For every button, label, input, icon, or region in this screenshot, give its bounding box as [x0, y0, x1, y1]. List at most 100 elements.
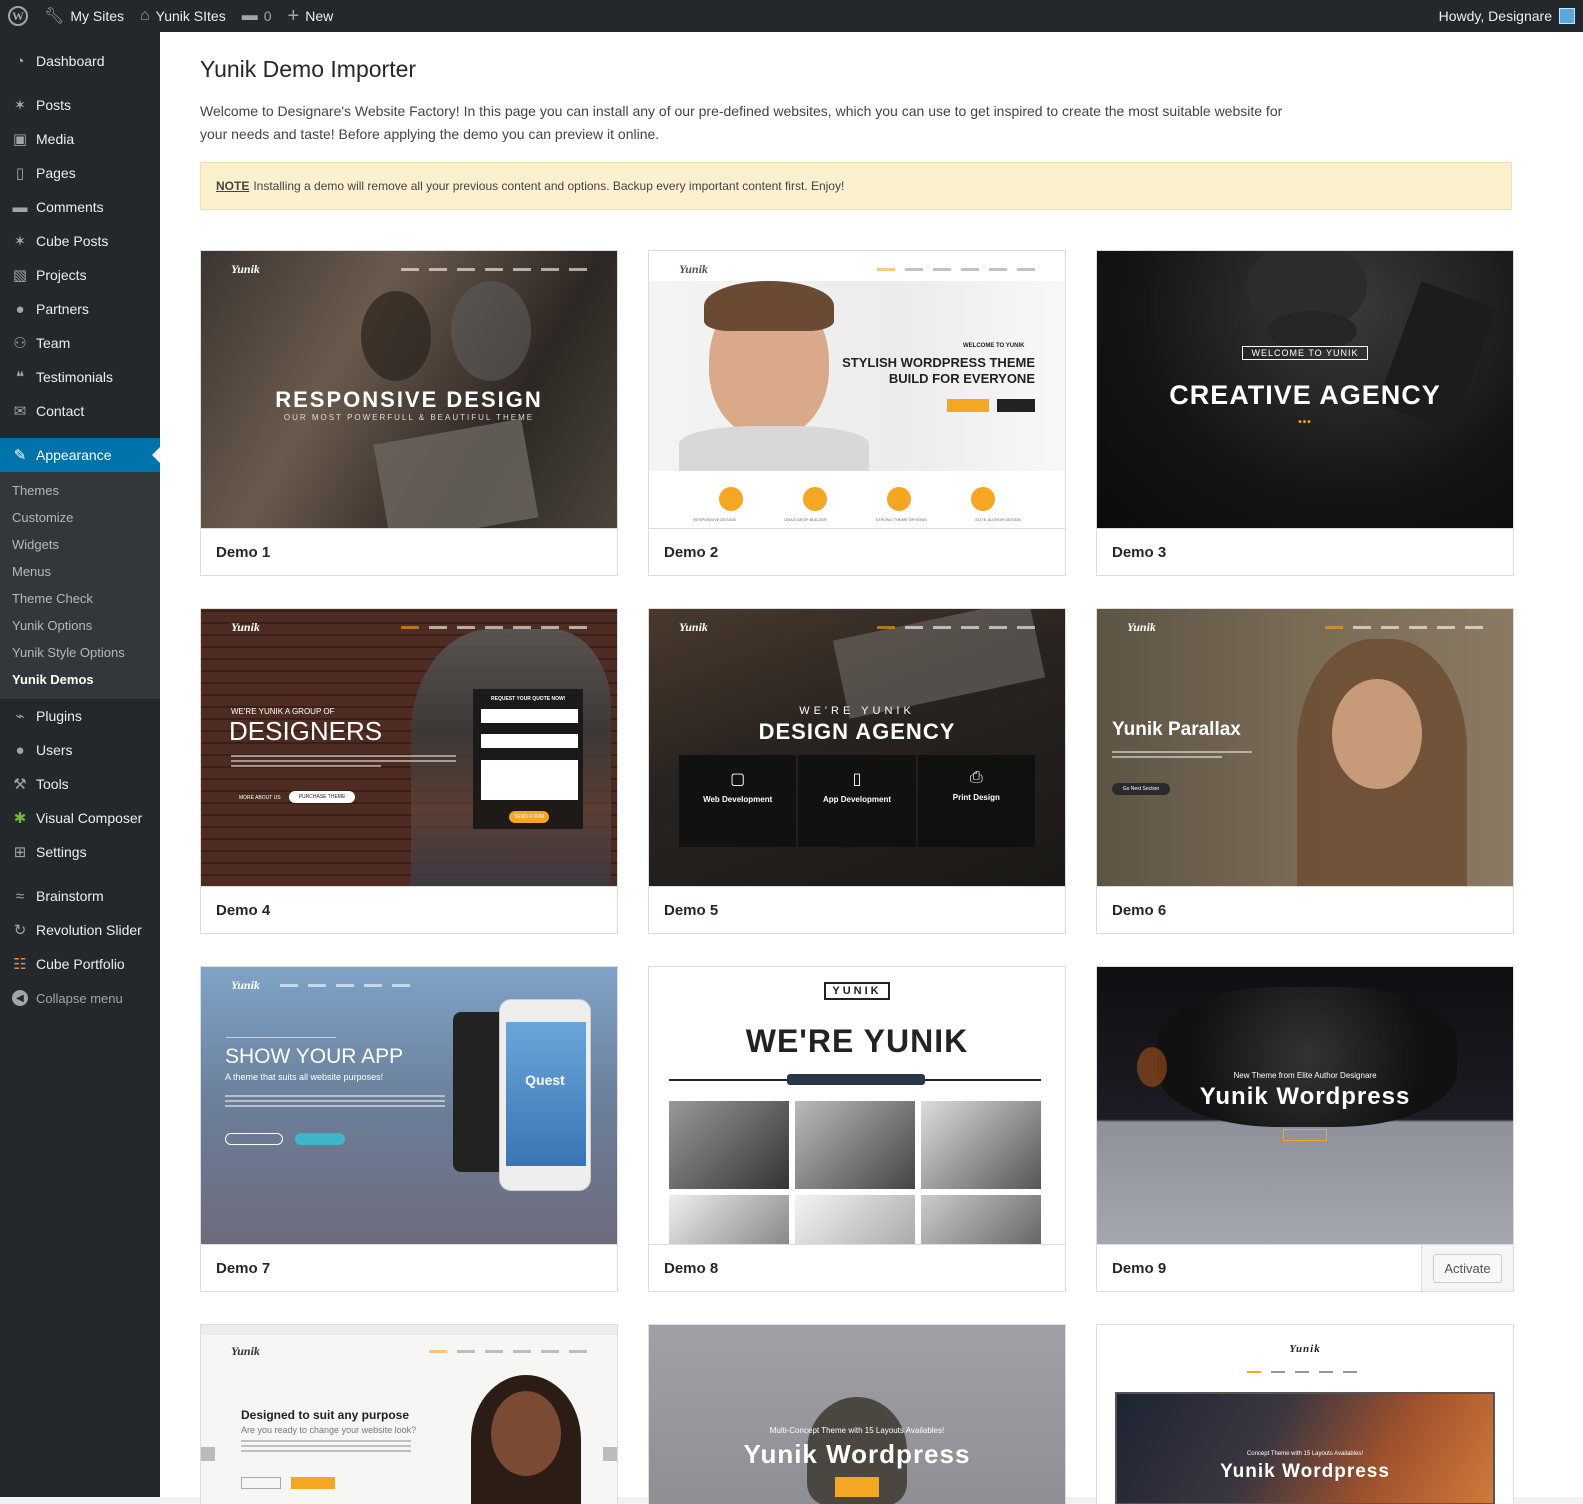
- demo-preview-8[interactable]: YUNIK WE'RE YUNIK: [649, 967, 1065, 1244]
- demo-card-2[interactable]: Yunik WELCOME TO YUNIK STYLISH WORDPRESS…: [648, 250, 1066, 576]
- appearance-submenu: Themes Customize Widgets Menus Theme Che…: [0, 472, 160, 699]
- demo-card-6[interactable]: Yunik Yunik Parallax Go Next Section Dem…: [1096, 608, 1514, 934]
- sidebar-item-plugins[interactable]: ⌁ Plugins: [0, 699, 160, 733]
- sidebar-item-appearance[interactable]: ✎ Appearance: [0, 438, 160, 472]
- submenu-item-yunik-style-options[interactable]: Yunik Style Options: [0, 639, 160, 666]
- sidebar-item-settings[interactable]: ⊞ Settings: [0, 835, 160, 869]
- phone-icon: ▯: [852, 771, 862, 788]
- my-sites-menu[interactable]: 🔧︎ My Sites: [36, 0, 132, 32]
- demo-headline: Yunik Parallax: [1112, 719, 1241, 740]
- sidebar-item-comments[interactable]: ▬ Comments: [0, 190, 160, 224]
- demo-title: Demo 4: [216, 901, 271, 919]
- printer-icon: ⎙: [969, 769, 983, 786]
- collapse-icon: ◀: [12, 990, 28, 1006]
- submenu-item-themes[interactable]: Themes: [0, 477, 160, 504]
- sidebar-item-team[interactable]: ⚇ Team: [0, 326, 160, 360]
- activate-button[interactable]: Activate: [1433, 1254, 1502, 1283]
- demo-logo: Yunik: [1289, 1343, 1321, 1355]
- admin-sidebar: ◔ Dashboard ✶ Posts ▣ Media ▯ Pages ▬ Comment…: [0, 32, 160, 1497]
- submenu-item-customize[interactable]: Customize: [0, 504, 160, 531]
- demo-card-12[interactable]: Yunik Concept Theme with 15 Layouts Avai…: [1096, 1324, 1514, 1504]
- pin-icon: ✶: [13, 97, 27, 114]
- demo-card-7[interactable]: Yunik SHOW YOUR APP A theme that suits a…: [200, 966, 618, 1292]
- demo-preview-10[interactable]: Yunik Designed to suit any purpose Are y…: [201, 1325, 617, 1504]
- sidebar-item-cube-portfolio[interactable]: ☷ Cube Portfolio: [0, 947, 160, 981]
- feature-icon: [803, 487, 827, 511]
- demo-preview-2[interactable]: Yunik WELCOME TO YUNIK STYLISH WORDPRESS…: [649, 251, 1065, 528]
- site-name-menu[interactable]: ⌂ Yunik SItes: [132, 0, 234, 32]
- sidebar-item-pages[interactable]: ▯ Pages: [0, 156, 160, 190]
- submenu-item-yunik-demos[interactable]: Yunik Demos: [0, 666, 160, 693]
- demo-card-4[interactable]: Yunik WE'RE YUNIK A GROUP OF DESIGNERS M…: [200, 608, 618, 934]
- sidebar-item-revolution-slider[interactable]: ↻ Revolution Slider: [0, 913, 160, 947]
- demo-preview-6[interactable]: Yunik Yunik Parallax Go Next Section: [1097, 609, 1513, 886]
- demo-preview-5[interactable]: Yunik WE'RE YUNIK DESIGN AGENCY ▢ Web Dev…: [649, 609, 1065, 886]
- demo-title: Demo 6: [1112, 901, 1167, 919]
- demo-preview-7[interactable]: Yunik SHOW YOUR APP A theme that suits a…: [201, 967, 617, 1244]
- warning-notice: NOTE Installing a demo will remove all y…: [200, 162, 1512, 210]
- dashboard-icon: ◔: [15, 52, 25, 70]
- monitor-icon: ▢: [730, 771, 746, 788]
- submenu-item-menus[interactable]: Menus: [0, 558, 160, 585]
- demo-logo: YUNIK: [824, 982, 890, 1000]
- demo-preview-1[interactable]: Yunik RESPONSIVE DESIGN OUR MOST POWERFU…: [201, 251, 617, 528]
- sidebar-item-media[interactable]: ▣ Media: [0, 122, 160, 156]
- demo-logo: Yunik: [231, 1343, 260, 1358]
- demo-headline: Designed to suit any purpose: [241, 1408, 410, 1422]
- feature-icon: [971, 487, 995, 511]
- sidebar-item-contact[interactable]: ✉ Contact: [0, 394, 160, 428]
- home-icon: ⌂: [140, 7, 150, 24]
- demo-title: Demo 9: [1112, 1259, 1167, 1277]
- sidebar-item-visual-composer[interactable]: ✱ Visual Composer: [0, 801, 160, 835]
- demo-logo: Yunik: [679, 261, 708, 276]
- new-content-menu[interactable]: + New: [280, 0, 342, 32]
- demo-card-1[interactable]: Yunik RESPONSIVE DESIGN OUR MOST POWERFU…: [200, 250, 618, 576]
- demo-kicker: Multi-Concept Theme with 15 Layouts Avai…: [769, 1426, 945, 1435]
- demo-preview-9[interactable]: New Theme from Elite Author Designare Yu…: [1097, 967, 1513, 1244]
- sidebar-item-posts[interactable]: ✶ Posts: [0, 88, 160, 122]
- demo-card-9[interactable]: New Theme from Elite Author Designare Yu…: [1096, 966, 1514, 1292]
- collapse-menu-button[interactable]: ◀ Collapse menu: [0, 981, 160, 1015]
- plus-icon: +: [287, 4, 300, 27]
- wordpress-logo-icon[interactable]: W: [0, 0, 36, 32]
- sidebar-item-testimonials[interactable]: ❝ Testimonials: [0, 360, 160, 394]
- vc-icon: ✱: [13, 810, 27, 827]
- demo-card-10[interactable]: Yunik Designed to suit any purpose Are y…: [200, 1324, 618, 1504]
- comments-menu[interactable]: ▬ 0: [234, 0, 280, 32]
- sidebar-item-brainstorm[interactable]: ≈ Brainstorm: [0, 879, 160, 913]
- demo-btn-send: SEND FORM: [509, 811, 549, 823]
- avatar: [1559, 8, 1575, 24]
- page-icon: ▯: [15, 165, 25, 182]
- feature-icon: [887, 487, 911, 511]
- media-icon: ▣: [12, 131, 28, 148]
- demo-headline: SHOW YOUR APP: [225, 1045, 404, 1068]
- submenu-item-theme-check[interactable]: Theme Check: [0, 585, 160, 612]
- feature-label: ELITE AUTHOR DESIGN: [975, 517, 1021, 522]
- demo-card-11[interactable]: Multi-Concept Theme with 15 Layouts Avai…: [648, 1324, 1066, 1504]
- demo-title: Demo 8: [664, 1259, 719, 1277]
- demo-title: Demo 5: [664, 901, 719, 919]
- wrench-icon: 🔧︎: [44, 8, 65, 25]
- sidebar-item-partners[interactable]: ● Partners: [0, 292, 160, 326]
- demo-preview-12[interactable]: Yunik Concept Theme with 15 Layouts Avai…: [1097, 1325, 1513, 1504]
- demo-card-8[interactable]: YUNIK WE'RE YUNIK Demo 8: [648, 966, 1066, 1292]
- submenu-item-yunik-options[interactable]: Yunik Options: [0, 612, 160, 639]
- admin-bar: W 🔧︎ My Sites ⌂ Yunik SItes ▬ 0 + New Howdy,…: [0, 0, 1583, 32]
- demo-preview-3[interactable]: WELCOME TO YUNIK CREATIVE AGENCY •••: [1097, 251, 1513, 528]
- demo-preview-4[interactable]: Yunik WE'RE YUNIK A GROUP OF DESIGNERS M…: [201, 609, 617, 886]
- settings-icon: ⊞: [13, 844, 27, 861]
- demo-subheadline: OUR MOST POWERFULL & BEAUTIFUL THEME: [283, 413, 535, 422]
- demo-card-5[interactable]: Yunik WE'RE YUNIK DESIGN AGENCY ▢ Web Dev…: [648, 608, 1066, 934]
- sidebar-item-users[interactable]: ● Users: [0, 733, 160, 767]
- my-account-menu[interactable]: Howdy, Designare: [1431, 0, 1583, 32]
- sidebar-item-projects[interactable]: ▧ Projects: [0, 258, 160, 292]
- feature-icon: [719, 487, 743, 511]
- demo-preview-11[interactable]: Multi-Concept Theme with 15 Layouts Avai…: [649, 1325, 1065, 1504]
- demo-headline: WE'RE YUNIK: [745, 1023, 969, 1059]
- sidebar-item-dashboard[interactable]: ◔ Dashboard: [0, 44, 160, 78]
- submenu-item-widgets[interactable]: Widgets: [0, 531, 160, 558]
- sidebar-item-tools[interactable]: ⚒ Tools: [0, 767, 160, 801]
- loading-dots-icon: •••: [1298, 417, 1312, 428]
- demo-card-3[interactable]: WELCOME TO YUNIK CREATIVE AGENCY ••• Dem…: [1096, 250, 1514, 576]
- sidebar-item-cube-posts[interactable]: ✶ Cube Posts: [0, 224, 160, 258]
